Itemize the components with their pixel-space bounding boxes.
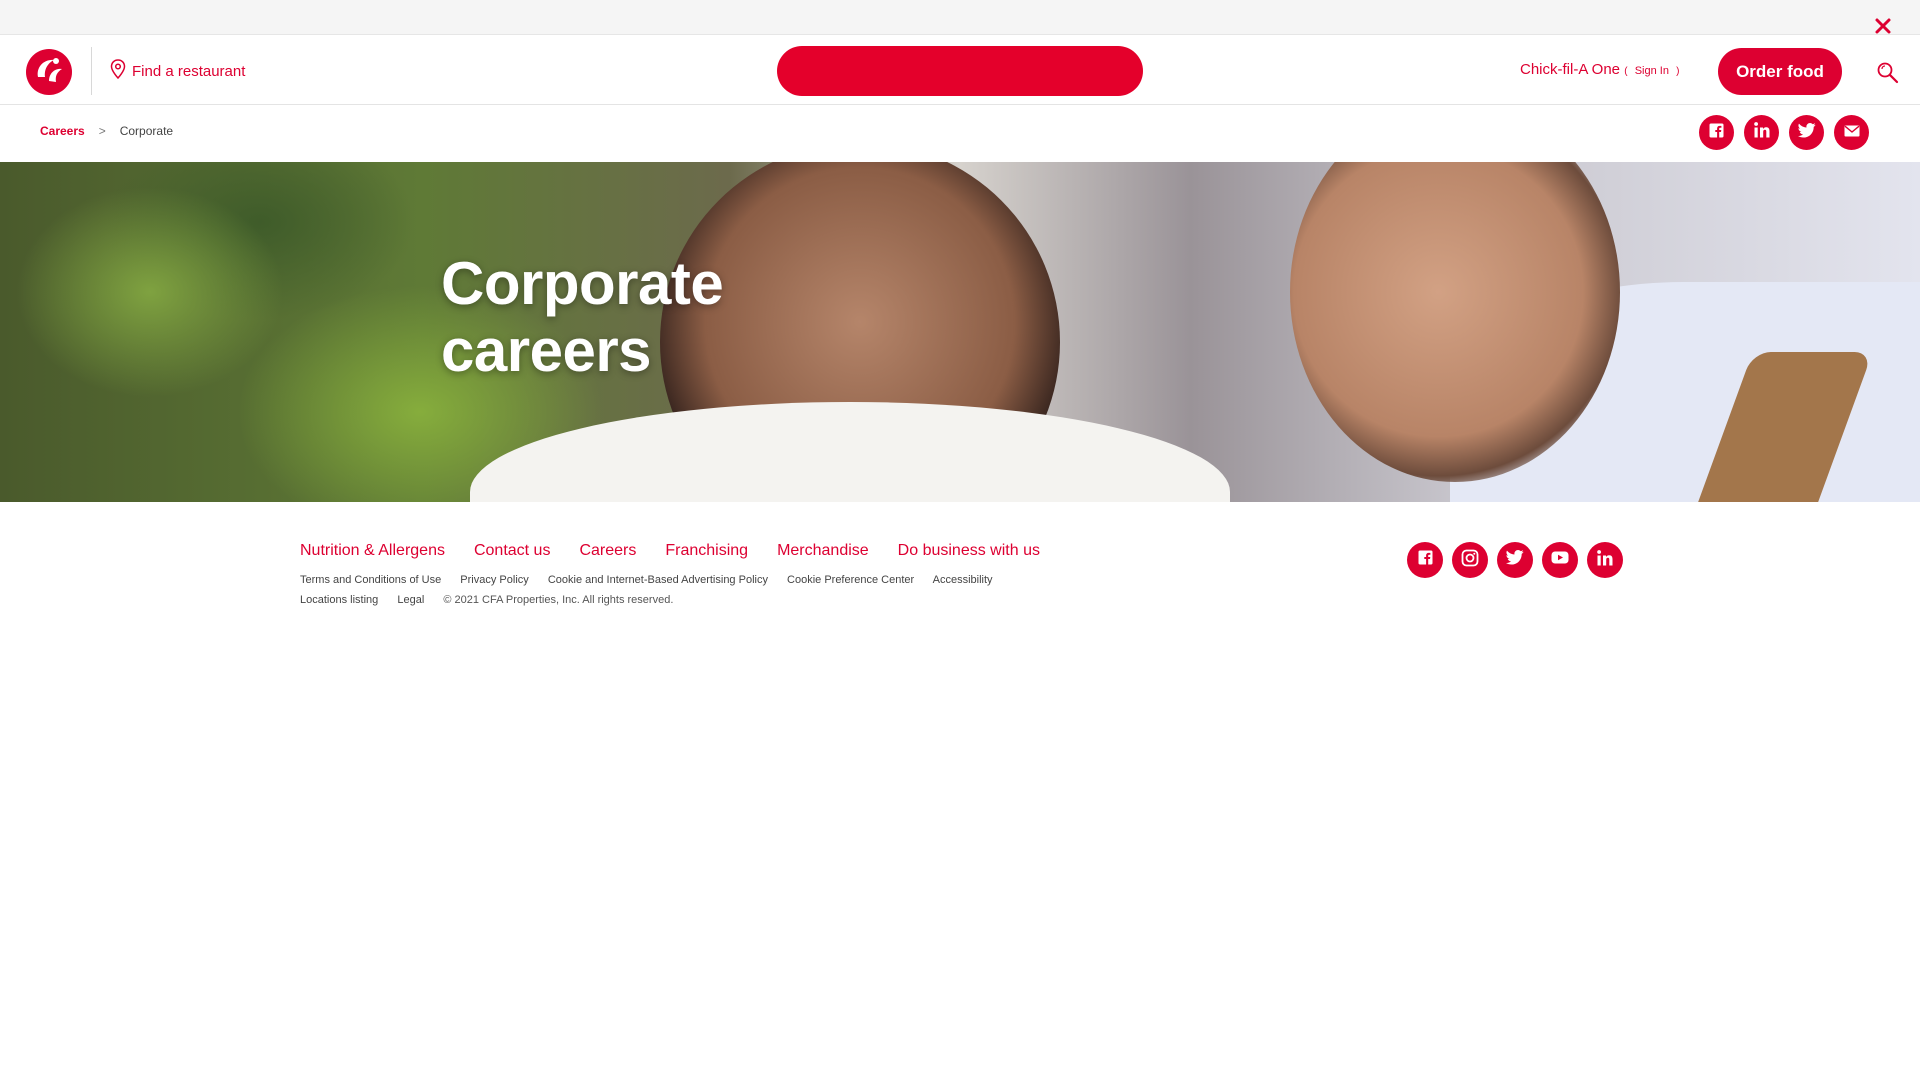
legal-link-cookie-policy[interactable]: Cookie and Internet-Based Advertising Po… bbox=[548, 574, 768, 586]
legal-link-cookie-center[interactable]: Cookie Preference Center bbox=[787, 574, 914, 586]
legal-link-accessibility[interactable]: Accessibility bbox=[933, 574, 993, 586]
mail-icon[interactable] bbox=[1844, 124, 1860, 142]
page-title-line1: Corporate bbox=[441, 250, 724, 317]
cfa-one-label: Chick-fil-A One bbox=[1520, 61, 1621, 78]
facebook-icon[interactable] bbox=[1709, 123, 1724, 143]
instagram-icon[interactable] bbox=[1461, 549, 1479, 572]
legal-link-privacy[interactable]: Privacy Policy bbox=[460, 574, 528, 586]
breadcrumb-current: Corporate bbox=[119, 124, 174, 138]
footer-link-franchising[interactable]: Franchising bbox=[665, 542, 748, 560]
footer-legal: Terms and Conditions of Use Privacy Poli… bbox=[300, 570, 1170, 610]
close-icon[interactable] bbox=[1872, 15, 1894, 37]
footer-linkedin-button[interactable] bbox=[1587, 542, 1623, 578]
footer-youtube-button[interactable] bbox=[1542, 542, 1578, 578]
footer-link-careers[interactable]: Careers bbox=[579, 542, 636, 560]
page-title-line2: careers bbox=[441, 317, 652, 384]
header-divider bbox=[91, 47, 92, 95]
chick-fil-a-logo[interactable] bbox=[24, 47, 74, 97]
main-header: Find a restaurant Chick-fil-A One ( Sign… bbox=[0, 39, 1920, 105]
promo-pill[interactable] bbox=[777, 46, 1143, 96]
legal-link-legal[interactable]: Legal bbox=[397, 594, 424, 606]
footer-social-icons bbox=[1407, 542, 1623, 578]
breadcrumb-separator: > bbox=[98, 124, 106, 138]
footer-link-merchandise[interactable]: Merchandise bbox=[777, 542, 869, 560]
hero-photo-coat bbox=[470, 402, 1230, 502]
sign-in-link[interactable]: Sign In bbox=[1635, 65, 1669, 77]
share-facebook-button[interactable] bbox=[1699, 115, 1734, 150]
copyright-text: © 2021 CFA Properties, Inc. All rights r… bbox=[443, 594, 674, 606]
search-icon[interactable] bbox=[1876, 62, 1900, 89]
legal-link-locations[interactable]: Locations listing bbox=[300, 594, 378, 606]
share-email-button[interactable] bbox=[1834, 115, 1869, 150]
open-paren: ( bbox=[1624, 66, 1628, 77]
footer-link-business[interactable]: Do business with us bbox=[898, 542, 1040, 560]
close-paren: ) bbox=[1676, 66, 1680, 77]
share-linkedin-button[interactable] bbox=[1744, 115, 1779, 150]
footer-nav: Nutrition & Allergens Contact us Careers… bbox=[300, 542, 1040, 560]
twitter-icon[interactable] bbox=[1505, 550, 1524, 570]
find-restaurant-label: Find a restaurant bbox=[132, 62, 246, 80]
breadcrumb-careers-link[interactable]: Careers bbox=[40, 124, 85, 138]
location-pin-icon bbox=[110, 59, 126, 83]
footer-facebook-button[interactable] bbox=[1407, 542, 1443, 578]
share-twitter-button[interactable] bbox=[1789, 115, 1824, 150]
footer-twitter-button[interactable] bbox=[1497, 542, 1533, 578]
footer-link-nutrition[interactable]: Nutrition & Allergens bbox=[300, 542, 445, 560]
youtube-icon[interactable] bbox=[1551, 551, 1569, 569]
linkedin-icon[interactable] bbox=[1753, 121, 1771, 144]
footer-link-contact[interactable]: Contact us bbox=[474, 542, 550, 560]
order-food-button[interactable]: Order food bbox=[1718, 48, 1842, 95]
page-title: Corporate careers bbox=[441, 250, 724, 384]
share-icons bbox=[1699, 115, 1869, 150]
linkedin-icon[interactable] bbox=[1596, 549, 1614, 572]
search-button[interactable] bbox=[1876, 61, 1900, 85]
facebook-icon[interactable] bbox=[1418, 550, 1433, 570]
close-banner-button[interactable] bbox=[1872, 15, 1894, 37]
chick-fil-a-one: Chick-fil-A One ( Sign In ) bbox=[1520, 61, 1679, 78]
top-banner bbox=[0, 0, 1920, 35]
find-restaurant-link[interactable]: Find a restaurant bbox=[110, 59, 245, 83]
hero-banner: Corporate careers bbox=[0, 162, 1920, 502]
footer-instagram-button[interactable] bbox=[1452, 542, 1488, 578]
legal-link-terms[interactable]: Terms and Conditions of Use bbox=[300, 574, 441, 586]
breadcrumb: Careers > Corporate bbox=[40, 124, 173, 138]
twitter-icon[interactable] bbox=[1797, 122, 1816, 143]
